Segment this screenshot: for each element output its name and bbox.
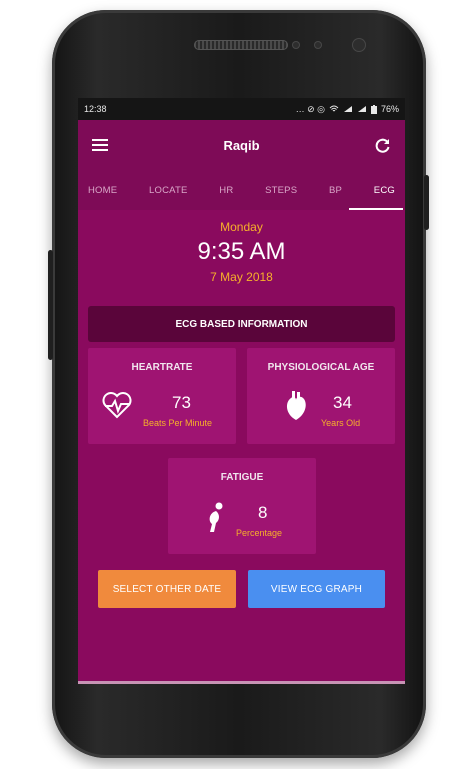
app-screen: 12:38 … ⊘ ◎ 76% Raqib HOME LOCATE HR STE… — [78, 98, 405, 684]
fatigue-figure-icon — [209, 502, 223, 532]
tab-bp[interactable]: BP — [325, 177, 346, 204]
date-label: 7 May 2018 — [210, 270, 273, 284]
heartrate-card: HEARTRATE 73 Beats Per Minute — [88, 348, 236, 444]
app-bar: Raqib — [78, 120, 405, 170]
day-label: Monday — [220, 220, 263, 234]
section-header: ECG BASED INFORMATION — [88, 306, 395, 342]
card-value: 34 — [333, 393, 352, 412]
notification-icons: … ⊘ ◎ — [295, 103, 325, 114]
signal-icon — [357, 106, 366, 112]
tab-steps[interactable]: STEPS — [261, 177, 301, 204]
card-value: 8 — [258, 503, 268, 522]
signal-icon — [343, 106, 352, 112]
status-bar: 12:38 … ⊘ ◎ 76% — [78, 98, 405, 120]
power-button — [424, 175, 429, 230]
view-ecg-graph-button[interactable]: VIEW ECG GRAPH — [248, 570, 385, 608]
card-unit: Beats Per Minute — [143, 418, 213, 428]
card-value: 73 — [172, 393, 191, 412]
tab-ecg[interactable]: ECG — [370, 177, 399, 204]
fatigue-card: FATIGUE 8 Percentage — [168, 458, 316, 554]
select-date-button[interactable]: SELECT OTHER DATE — [98, 570, 236, 608]
card-unit: Years Old — [321, 418, 361, 428]
battery-percent: 76% — [380, 104, 399, 114]
refresh-icon[interactable] — [373, 135, 393, 155]
wifi-icon — [329, 105, 339, 112]
heart-pulse-icon — [102, 392, 132, 419]
volume-button — [48, 250, 53, 360]
active-tab-indicator — [349, 208, 403, 210]
app-title: Raqib — [223, 137, 260, 153]
status-icons: … ⊘ ◎ 76% — [296, 104, 399, 115]
status-time: 12:38 — [84, 104, 107, 114]
card-label: FATIGUE — [220, 472, 264, 483]
menu-icon[interactable] — [90, 135, 110, 155]
battery-icon — [370, 104, 377, 114]
sensor-dot — [292, 41, 300, 49]
sensor-dot — [314, 41, 322, 49]
front-camera — [352, 38, 366, 52]
screen-bottom-edge — [78, 681, 405, 684]
heart-organ-icon — [286, 391, 306, 420]
card-label: PHYSIOLOGICAL AGE — [267, 362, 375, 373]
tab-locate[interactable]: LOCATE — [145, 177, 192, 204]
card-label: HEARTRATE — [131, 362, 193, 373]
time-label: 9:35 AM — [197, 238, 286, 265]
card-unit: Percentage — [236, 528, 283, 538]
physiological-age-card: PHYSIOLOGICAL AGE 34 Years Old — [247, 348, 395, 444]
tab-hr[interactable]: HR — [215, 177, 237, 204]
speaker-grille — [194, 40, 288, 50]
tab-home[interactable]: HOME — [84, 177, 121, 204]
tab-bar: HOME LOCATE HR STEPS BP ECG — [78, 170, 405, 210]
